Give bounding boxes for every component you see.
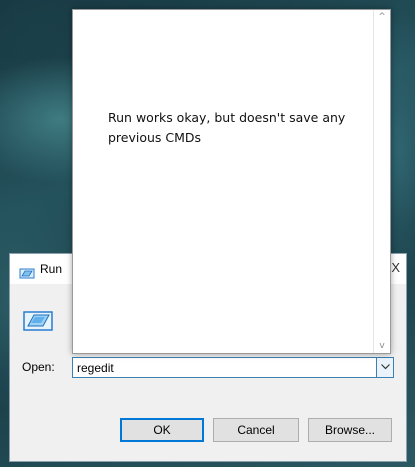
vertical-scrollbar[interactable]: ^ v [373,10,390,353]
note-text: Run works okay, but doesn't save any pre… [108,110,346,145]
browse-button[interactable]: Browse... [308,418,392,442]
run-app-icon-large [22,310,54,332]
open-combobox[interactable]: regedit [72,357,394,378]
scroll-down-icon[interactable]: v [374,341,390,351]
close-icon[interactable]: X [391,260,400,275]
open-label: Open: [22,360,55,374]
ok-button[interactable]: OK [120,418,204,442]
cancel-button[interactable]: Cancel [213,418,299,442]
combo-dropdown-button[interactable] [376,358,393,377]
run-app-icon [19,264,35,279]
chevron-down-icon [381,364,390,370]
run-dialog-title: Run [40,262,63,276]
scroll-up-icon[interactable]: ^ [374,12,390,22]
open-input[interactable]: regedit [77,361,114,375]
note-window: Run works okay, but doesn't save any pre… [72,9,391,354]
